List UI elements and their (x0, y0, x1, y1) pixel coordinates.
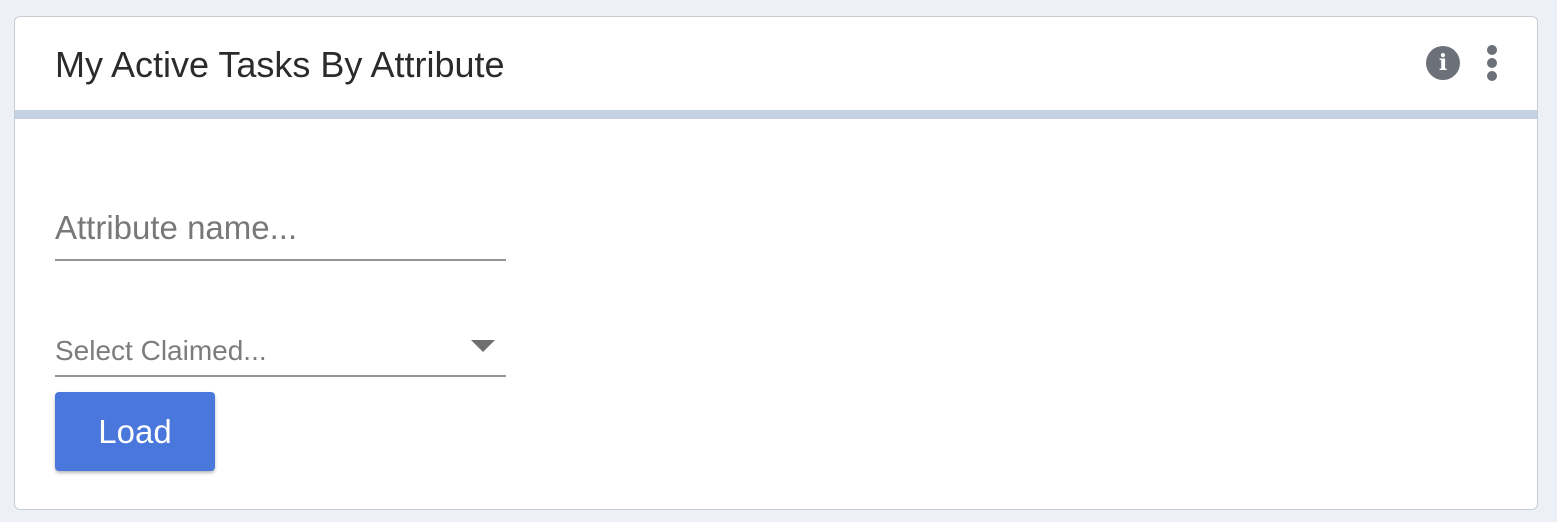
claimed-select[interactable]: Select Claimed... (55, 324, 506, 377)
menu-dot (1487, 58, 1497, 68)
load-button[interactable]: Load (55, 392, 215, 471)
menu-dot (1487, 71, 1497, 81)
attribute-name-field (55, 200, 506, 261)
info-icon[interactable]: i (1426, 46, 1460, 80)
widget-card: My Active Tasks By Attribute i Select Cl… (14, 16, 1538, 510)
caret-down-icon (471, 340, 495, 352)
widget-header: My Active Tasks By Attribute i (15, 17, 1537, 110)
more-vertical-icon[interactable] (1483, 45, 1503, 81)
header-divider (15, 110, 1537, 119)
widget-title: My Active Tasks By Attribute (55, 44, 505, 85)
menu-dot (1487, 45, 1497, 55)
attribute-name-input[interactable] (55, 200, 506, 256)
claimed-select-label: Select Claimed... (55, 335, 267, 366)
